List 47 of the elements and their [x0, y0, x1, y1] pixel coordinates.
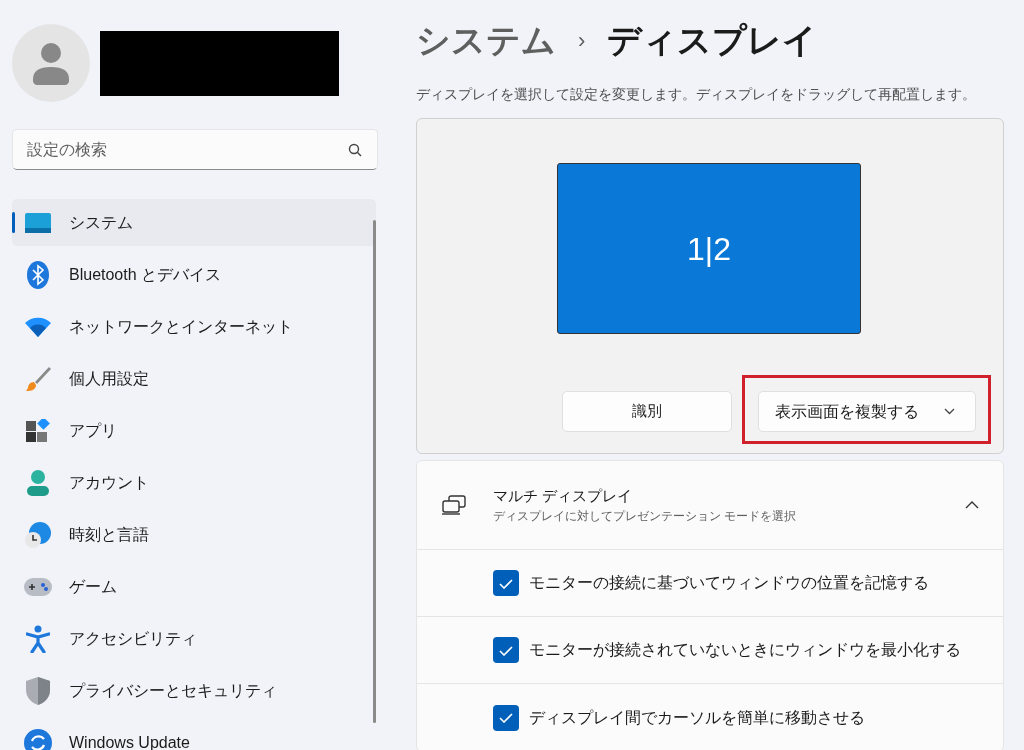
sidebar-item[interactable]: ゲーム — [12, 563, 376, 610]
person-icon — [27, 469, 49, 496]
multiple-monitors-icon — [441, 495, 467, 515]
checkmark-icon — [499, 644, 513, 656]
sidebar-item[interactable]: システム — [12, 199, 376, 246]
bluetooth-icon — [27, 260, 49, 289]
sync-icon — [24, 728, 52, 750]
search-field[interactable]: 設定の検索 — [12, 129, 378, 170]
sidebar-item[interactable]: 時刻と言語 — [12, 511, 376, 558]
section-subtitle: ディスプレイに対してプレゼンテーション モードを選択 — [493, 508, 798, 526]
checkbox-label: モニターが接続されていないときにウィンドウを最小化する — [529, 640, 961, 660]
monitor-icon — [25, 212, 51, 233]
search-icon — [348, 143, 362, 157]
page-description: ディスプレイを選択して設定を変更します。ディスプレイをドラッグして再配置します。 — [416, 85, 977, 104]
sidebar-item[interactable]: アカウント — [12, 459, 376, 506]
section-title: マルチ ディスプレイ — [493, 485, 634, 506]
identify-button[interactable]: 識別 — [562, 391, 732, 432]
sidebar-item[interactable]: プライバシーとセキュリティ — [12, 667, 376, 714]
monitor-tile[interactable]: 1|2 — [557, 163, 861, 334]
checkbox[interactable] — [493, 704, 519, 731]
apps-icon — [26, 418, 50, 443]
sidebar-item[interactable]: ネットワークとインターネット — [12, 303, 376, 350]
multi-display-header[interactable]: マルチ ディスプレイ ディスプレイに対してプレゼンテーション モードを選択 — [417, 461, 1003, 550]
checkbox[interactable] — [493, 570, 519, 596]
checkmark-icon — [499, 577, 513, 589]
sidebar-item[interactable]: Bluetooth とデバイス — [12, 251, 376, 298]
checkbox-label: ディスプレイ間でカーソルを簡単に移動させる — [529, 707, 865, 728]
sidebar-item[interactable]: Windows Update — [12, 719, 376, 750]
checkbox[interactable] — [493, 637, 519, 663]
checkbox-label: モニターの接続に基づいてウィンドウの位置を記憶する — [529, 573, 929, 593]
sidebar-item[interactable]: 個人用設定 — [12, 355, 376, 402]
breadcrumb-separator: › — [578, 26, 586, 55]
sidebar-item[interactable]: アクセシビリティ — [12, 615, 376, 662]
globe-clock-icon — [24, 520, 52, 549]
selection-indicator — [12, 212, 15, 233]
display-mode-dropdown[interactable]: 表示画面を複製する — [758, 391, 976, 432]
shield-icon — [26, 676, 50, 705]
sidebar-item[interactable]: アプリ — [12, 407, 376, 454]
scrollbar[interactable] — [373, 220, 376, 723]
page-title: ディスプレイ — [607, 19, 818, 61]
checkmark-icon — [499, 712, 513, 723]
breadcrumb-link[interactable]: システム — [416, 14, 556, 66]
chevron-down-icon — [944, 408, 955, 415]
accessibility-icon — [26, 624, 50, 653]
paintbrush-icon — [25, 365, 51, 392]
gamepad-icon — [24, 577, 52, 596]
wifi-icon — [25, 316, 51, 337]
